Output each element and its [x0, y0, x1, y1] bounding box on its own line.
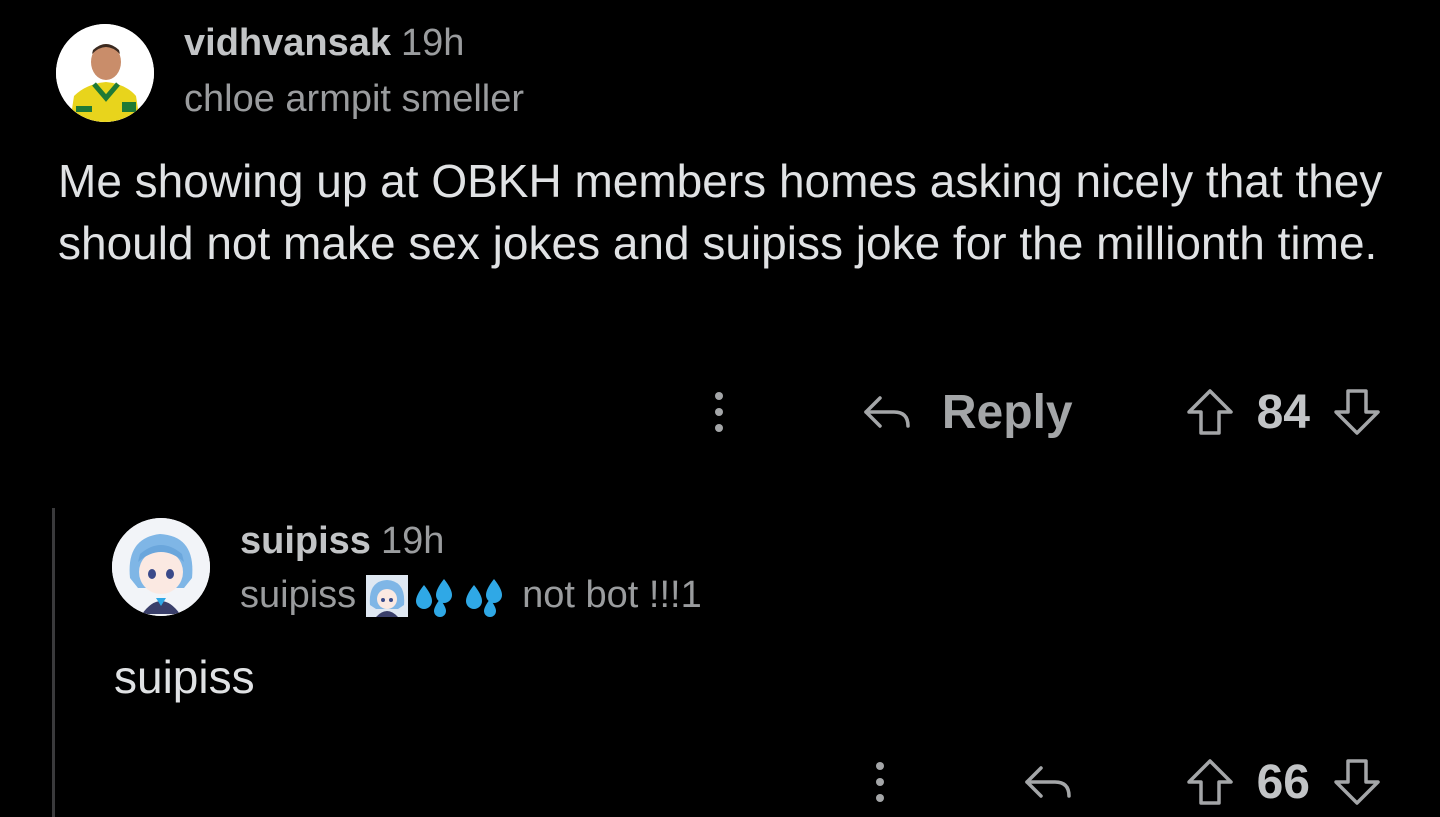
more-options-button[interactable] — [714, 392, 724, 432]
avatar[interactable] — [56, 24, 154, 122]
vote-controls: 66 — [1185, 755, 1382, 810]
reply-label[interactable]: Reply — [942, 385, 1073, 440]
upvote-icon[interactable] — [1185, 757, 1235, 807]
sweat-droplets-emoji — [410, 575, 453, 617]
reply-button[interactable]: Reply — [860, 385, 1073, 440]
vote-score: 66 — [1256, 755, 1310, 809]
more-options-button[interactable] — [875, 762, 885, 802]
downvote-icon[interactable] — [1332, 757, 1382, 807]
comment-body: suipiss — [114, 651, 255, 703]
vote-score: 84 — [1256, 385, 1310, 439]
comment-actions: 66 — [875, 752, 1382, 812]
reply-arrow-icon — [1024, 766, 1071, 798]
reply-button[interactable] — [1021, 762, 1073, 802]
anime-girl-emoji — [366, 574, 409, 617]
upvote-icon[interactable] — [1185, 387, 1235, 437]
reply-arrow-icon — [864, 396, 910, 428]
flair-suffix: not bot !!!1 — [522, 574, 702, 616]
username-text[interactable]: suipiss — [240, 520, 371, 562]
user-flair: suipiss not bot !!!1 — [240, 574, 702, 617]
username-text[interactable]: vidhvansak — [184, 22, 391, 64]
avatar-image — [56, 24, 154, 122]
avatar[interactable] — [112, 518, 210, 616]
flair-text: chloe armpit smeller — [184, 78, 524, 120]
downvote-icon[interactable] — [1332, 387, 1382, 437]
comment-body: Me showing up at OBKH members homes aski… — [58, 155, 1383, 269]
comment-actions: Reply 84 — [714, 382, 1382, 442]
flair-prefix: suipiss — [240, 574, 357, 616]
avatar-image — [112, 518, 210, 616]
more-options-icon — [714, 392, 724, 432]
sweat-droplets-emoji — [460, 575, 503, 617]
vote-controls: 84 — [1185, 385, 1382, 440]
thread-line[interactable] — [52, 508, 55, 817]
more-options-icon — [875, 762, 885, 802]
timestamp: 19h — [401, 22, 465, 64]
user-flair: chloe armpit smeller — [184, 78, 524, 121]
timestamp: 19h — [380, 520, 445, 562]
username[interactable]: vidhvansak 19h — [184, 22, 464, 65]
username[interactable]: suipiss 19h — [240, 520, 444, 563]
